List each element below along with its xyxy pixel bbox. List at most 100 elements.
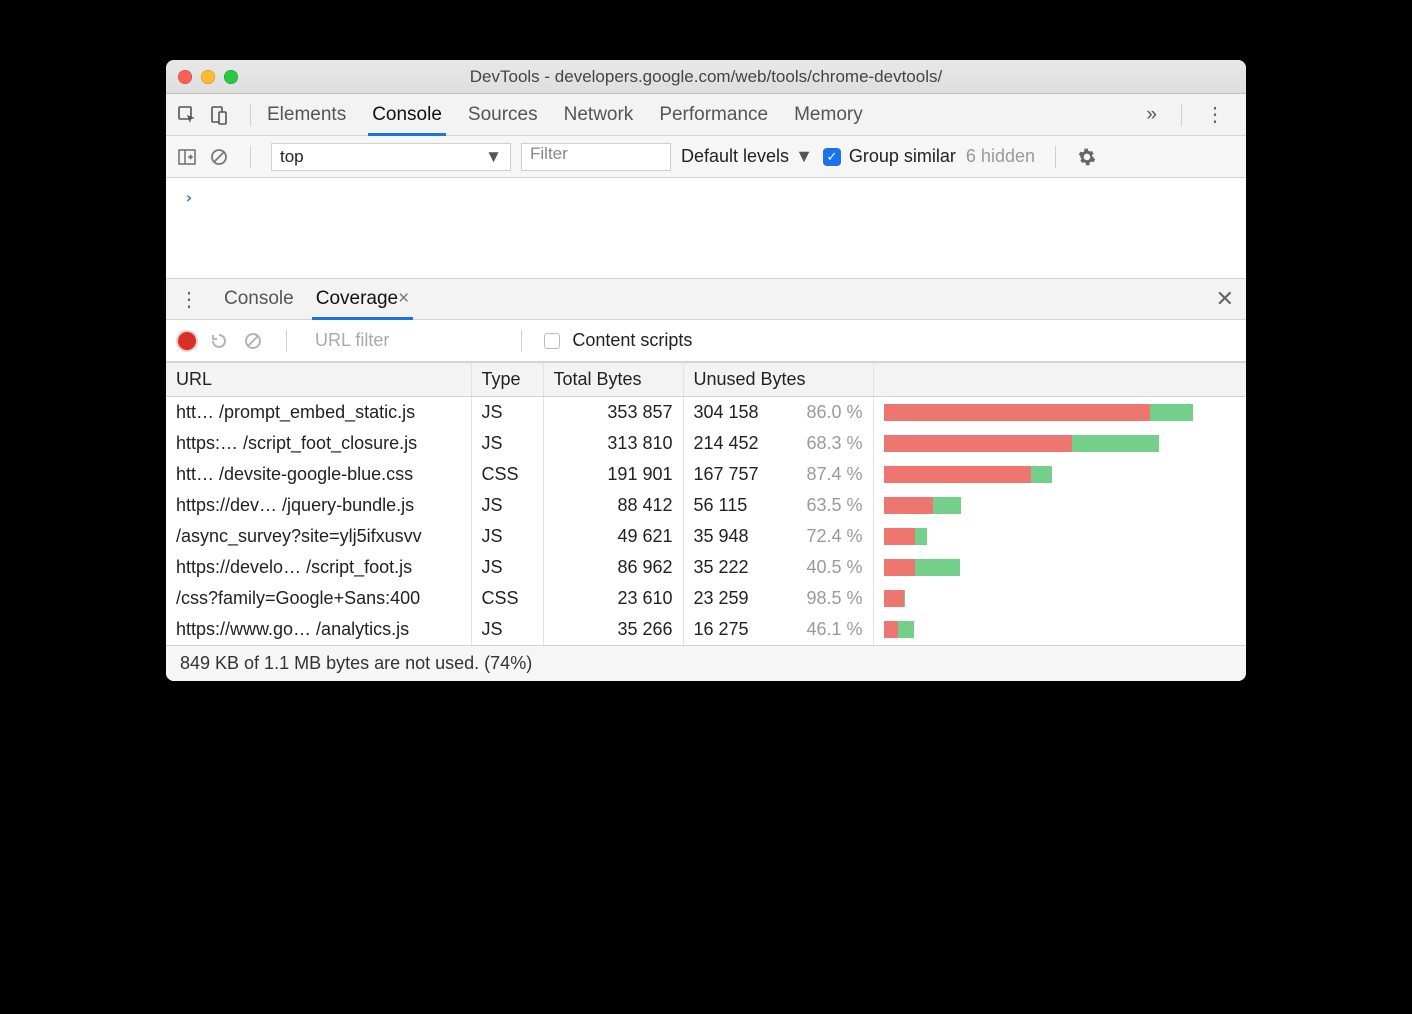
- cell-url: https://www.go… /analytics.js: [166, 614, 471, 645]
- col-header-url[interactable]: URL: [166, 363, 471, 397]
- cell-total-bytes: 353 857: [543, 397, 683, 429]
- drawer-tabs: Console Coverage ×: [224, 279, 409, 319]
- execution-context-select[interactable]: top ▼: [271, 143, 511, 171]
- cell-usage-bar: [873, 521, 1246, 552]
- cell-usage-bar: [873, 397, 1246, 429]
- window-title: DevTools - developers.google.com/web/too…: [166, 67, 1246, 87]
- record-button[interactable]: [178, 332, 196, 350]
- table-row[interactable]: https:… /script_foot_closure.jsJS313 810…: [166, 428, 1246, 459]
- drawer-tabbar: ⋮ Console Coverage × ✕: [166, 278, 1246, 320]
- drawer-tab-console[interactable]: Console: [224, 279, 294, 319]
- main-toolbar: Elements Console Sources Network Performance…: [166, 94, 1246, 136]
- coverage-toolbar: URL filter Content scripts: [166, 320, 1246, 362]
- window-close-button[interactable]: [178, 70, 192, 84]
- tab-console[interactable]: Console: [372, 94, 442, 135]
- group-similar-checkbox[interactable]: ✓: [823, 148, 841, 166]
- tab-performance[interactable]: Performance: [659, 94, 768, 135]
- devtools-window: DevTools - developers.google.com/web/too…: [166, 60, 1246, 681]
- col-header-bar[interactable]: [873, 363, 1246, 397]
- table-row[interactable]: https://develo… /script_foot.jsJS86 9623…: [166, 552, 1246, 583]
- cell-type: JS: [471, 490, 543, 521]
- cell-url: /css?family=Google+Sans:400: [166, 583, 471, 614]
- cell-total-bytes: 88 412: [543, 490, 683, 521]
- coverage-table: URL Type Total Bytes Unused Bytes htt… /…: [166, 362, 1246, 645]
- table-row[interactable]: /async_survey?site=ylj5ifxusvvJS49 62135…: [166, 521, 1246, 552]
- table-row[interactable]: htt… /devsite-google-blue.cssCSS191 9011…: [166, 459, 1246, 490]
- cell-usage-bar: [873, 583, 1246, 614]
- cell-total-bytes: 86 962: [543, 552, 683, 583]
- tab-network[interactable]: Network: [564, 94, 634, 135]
- kebab-menu-icon[interactable]: ⋮: [1204, 104, 1226, 126]
- cell-unused-bytes: 56 11563.5 %: [683, 490, 873, 521]
- col-header-unused[interactable]: Unused Bytes: [683, 363, 873, 397]
- drawer-kebab-menu-icon[interactable]: ⋮: [178, 288, 200, 310]
- cell-unused-bytes: 167 75787.4 %: [683, 459, 873, 490]
- more-tabs-button[interactable]: »: [1146, 104, 1159, 126]
- window-minimize-button[interactable]: [201, 70, 215, 84]
- separator: [250, 146, 251, 168]
- group-similar-label: Group similar: [849, 146, 956, 167]
- table-row[interactable]: /css?family=Google+Sans:400CSS23 61023 2…: [166, 583, 1246, 614]
- log-levels-select[interactable]: Default levels ▼: [681, 146, 813, 167]
- cell-unused-bytes: 35 22240.5 %: [683, 552, 873, 583]
- drawer-tab-coverage[interactable]: Coverage ×: [316, 279, 410, 319]
- col-header-total[interactable]: Total Bytes: [543, 363, 683, 397]
- cell-unused-bytes: 35 94872.4 %: [683, 521, 873, 552]
- reload-icon[interactable]: [208, 330, 230, 352]
- console-output[interactable]: ›: [166, 178, 1246, 278]
- separator: [1055, 146, 1056, 168]
- cell-type: CSS: [471, 583, 543, 614]
- cell-unused-bytes: 304 15886.0 %: [683, 397, 873, 429]
- cell-type: JS: [471, 397, 543, 429]
- cell-url: https://dev… /jquery-bundle.js: [166, 490, 471, 521]
- main-tabs: Elements Console Sources Network Performance…: [267, 94, 863, 135]
- table-row[interactable]: https://dev… /jquery-bundle.jsJS88 41256…: [166, 490, 1246, 521]
- tab-elements[interactable]: Elements: [267, 94, 346, 135]
- cell-usage-bar: [873, 614, 1246, 645]
- table-row[interactable]: https://www.go… /analytics.jsJS35 26616 …: [166, 614, 1246, 645]
- clear-coverage-icon[interactable]: [242, 330, 264, 352]
- cell-type: JS: [471, 614, 543, 645]
- separator: [521, 330, 522, 352]
- log-levels-label: Default levels: [681, 146, 789, 167]
- hidden-messages-count[interactable]: 6 hidden: [966, 146, 1035, 167]
- console-prompt-icon: ›: [184, 188, 194, 207]
- close-tab-icon[interactable]: ×: [398, 288, 409, 310]
- window-zoom-button[interactable]: [224, 70, 238, 84]
- cell-unused-bytes: 214 45268.3 %: [683, 428, 873, 459]
- chevron-down-icon: ▼: [795, 146, 813, 167]
- filter-placeholder: Filter: [530, 144, 568, 163]
- separator: [1181, 104, 1182, 126]
- tab-sources[interactable]: Sources: [468, 94, 538, 135]
- cell-usage-bar: [873, 552, 1246, 583]
- content-scripts-label: Content scripts: [572, 330, 692, 351]
- console-sidebar-toggle-icon[interactable]: [176, 146, 198, 168]
- clear-console-icon[interactable]: [208, 146, 230, 168]
- table-row[interactable]: htt… /prompt_embed_static.jsJS353 857304…: [166, 397, 1246, 429]
- cell-url: htt… /devsite-google-blue.css: [166, 459, 471, 490]
- cell-total-bytes: 35 266: [543, 614, 683, 645]
- cell-usage-bar: [873, 428, 1246, 459]
- window-traffic-lights: [178, 70, 238, 84]
- cell-url: https://develo… /script_foot.js: [166, 552, 471, 583]
- cell-type: JS: [471, 521, 543, 552]
- window-titlebar: DevTools - developers.google.com/web/too…: [166, 60, 1246, 94]
- coverage-url-filter-input[interactable]: URL filter: [315, 330, 389, 351]
- chevron-down-icon: ▼: [485, 147, 502, 167]
- inspect-element-icon[interactable]: [176, 104, 198, 126]
- console-settings-icon[interactable]: [1076, 146, 1098, 168]
- cell-type: CSS: [471, 459, 543, 490]
- tab-memory[interactable]: Memory: [794, 94, 863, 135]
- cell-unused-bytes: 16 27546.1 %: [683, 614, 873, 645]
- execution-context-value: top: [280, 147, 304, 167]
- separator: [250, 104, 251, 126]
- drawer-close-button[interactable]: ✕: [1216, 286, 1234, 312]
- cell-type: JS: [471, 552, 543, 583]
- cell-url: /async_survey?site=ylj5ifxusvv: [166, 521, 471, 552]
- console-filter-input[interactable]: Filter: [521, 143, 671, 171]
- content-scripts-checkbox[interactable]: [544, 333, 560, 349]
- coverage-summary: 849 KB of 1.1 MB bytes are not used. (74…: [166, 645, 1246, 681]
- col-header-type[interactable]: Type: [471, 363, 543, 397]
- cell-unused-bytes: 23 25998.5 %: [683, 583, 873, 614]
- device-toolbar-icon[interactable]: [208, 104, 230, 126]
